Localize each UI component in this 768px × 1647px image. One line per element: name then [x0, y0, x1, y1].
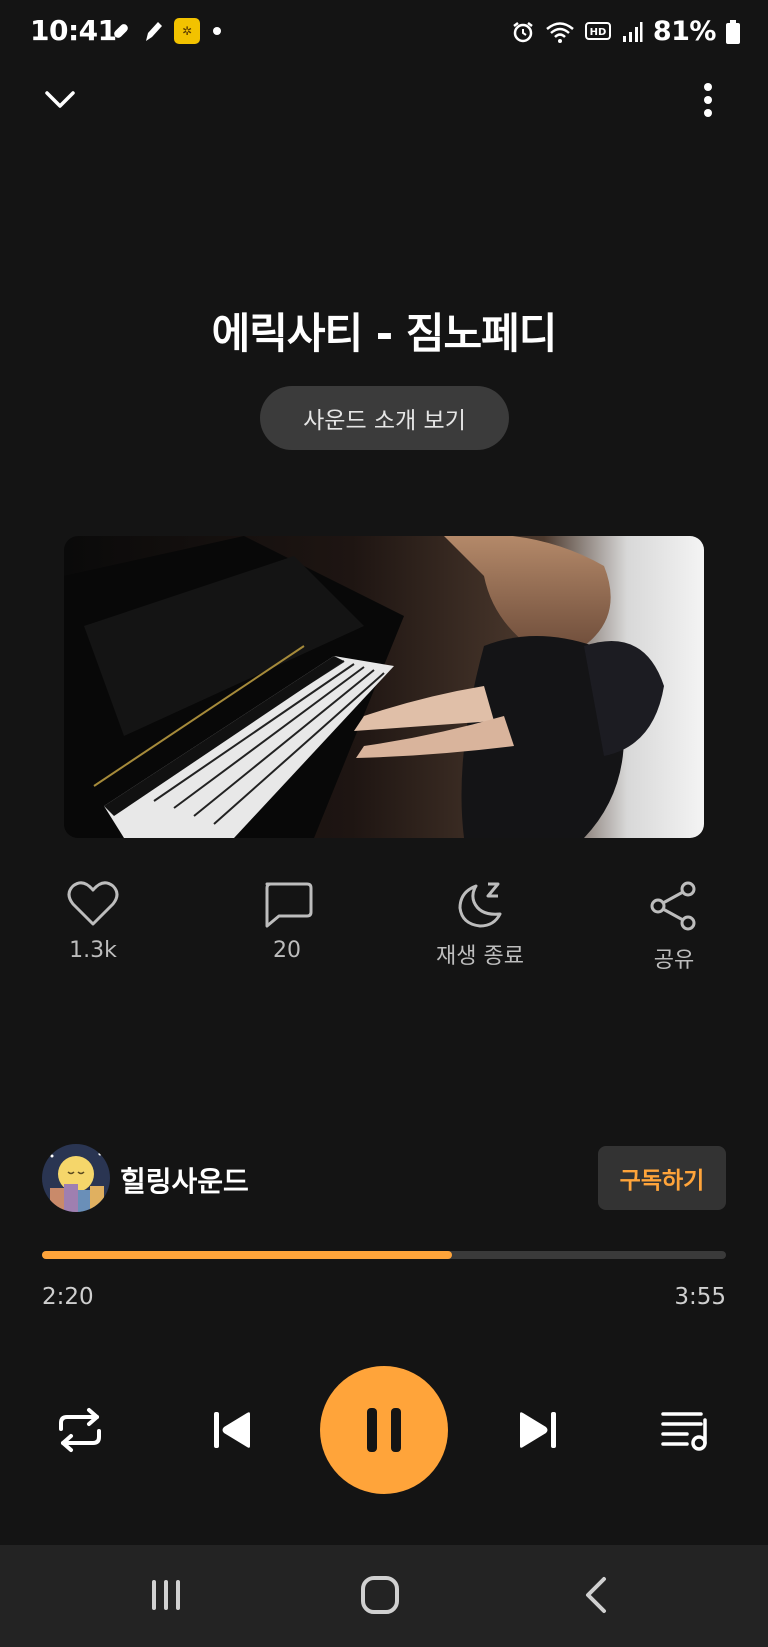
battery-icon: [726, 19, 740, 44]
chevron-down-icon: [45, 91, 75, 108]
sleep-timer-button[interactable]: 재생 종료: [415, 880, 545, 970]
heart-icon: [67, 881, 119, 926]
recent-apps-icon: [152, 1580, 180, 1610]
repeat-button[interactable]: [48, 1400, 112, 1460]
sleep-timer-icon: [458, 882, 502, 928]
svg-text:HD: HD: [590, 27, 607, 38]
battery-percent: 81%: [652, 16, 717, 47]
total-time: 3:55: [674, 1284, 726, 1310]
comment-count: 20: [273, 938, 301, 963]
system-nav-bar: [0, 1545, 768, 1647]
home-button[interactable]: [340, 1565, 420, 1625]
dot-icon: [213, 27, 221, 35]
channel-row: 힐링사운드 구독하기: [42, 1144, 726, 1212]
progress-fill: [42, 1251, 453, 1259]
track-title: 에릭사티 - 짐노페디: [211, 309, 558, 358]
artwork-image: [64, 536, 704, 838]
repeat-icon: [59, 1408, 101, 1452]
share-icon: [650, 881, 696, 931]
channel-avatar[interactable]: [42, 1144, 110, 1212]
sound-intro-button[interactable]: 사운드 소개 보기: [260, 386, 509, 450]
playlist-icon: [661, 1412, 707, 1451]
bandage-icon: [114, 24, 128, 38]
next-button[interactable]: [506, 1400, 570, 1460]
wifi-icon: [546, 21, 574, 43]
progress-bar[interactable]: [42, 1251, 726, 1259]
next-icon: [520, 1412, 556, 1448]
pause-button[interactable]: [320, 1366, 448, 1494]
pen-icon: [146, 22, 162, 41]
more-options-button[interactable]: [680, 70, 736, 130]
pause-icon: [367, 1408, 401, 1452]
piano-artwork: [64, 536, 704, 838]
subscribe-button[interactable]: 구독하기: [598, 1146, 726, 1210]
playlist-button[interactable]: [654, 1400, 718, 1460]
share-button[interactable]: 공유: [609, 880, 739, 974]
like-button[interactable]: 1.3k: [28, 880, 158, 963]
current-time: 2:20: [42, 1284, 94, 1310]
alarm-icon: [513, 21, 533, 42]
collapse-button[interactable]: [30, 70, 90, 130]
action-row: 1.3k 20 재생 종료 공유: [0, 880, 768, 990]
kt-app-icon: ✲: [174, 18, 200, 44]
like-count: 1.3k: [69, 938, 117, 963]
previous-icon: [214, 1412, 250, 1448]
sleep-timer-label: 재생 종료: [436, 944, 524, 969]
previous-button[interactable]: [200, 1400, 264, 1460]
signal-icon: [622, 21, 643, 42]
moon-village-avatar: [42, 1144, 110, 1212]
recent-apps-button[interactable]: [126, 1565, 206, 1625]
back-button[interactable]: [556, 1565, 636, 1625]
status-bar: 10:41 ✲ HD 81%: [0, 0, 768, 66]
more-vertical-icon: [704, 83, 712, 117]
status-time: 10:41: [30, 14, 117, 47]
status-icons-right: HD 81%: [511, 16, 740, 47]
comment-button[interactable]: 20: [222, 880, 352, 963]
channel-name[interactable]: 힐링사운드: [120, 1160, 249, 1200]
hd-icon: HD: [584, 21, 611, 40]
share-label: 공유: [653, 948, 695, 973]
back-icon: [586, 1577, 606, 1613]
home-icon: [361, 1576, 399, 1614]
playback-controls: [0, 1360, 768, 1500]
comment-icon: [265, 882, 313, 928]
status-icons-left: ✲: [110, 18, 224, 44]
